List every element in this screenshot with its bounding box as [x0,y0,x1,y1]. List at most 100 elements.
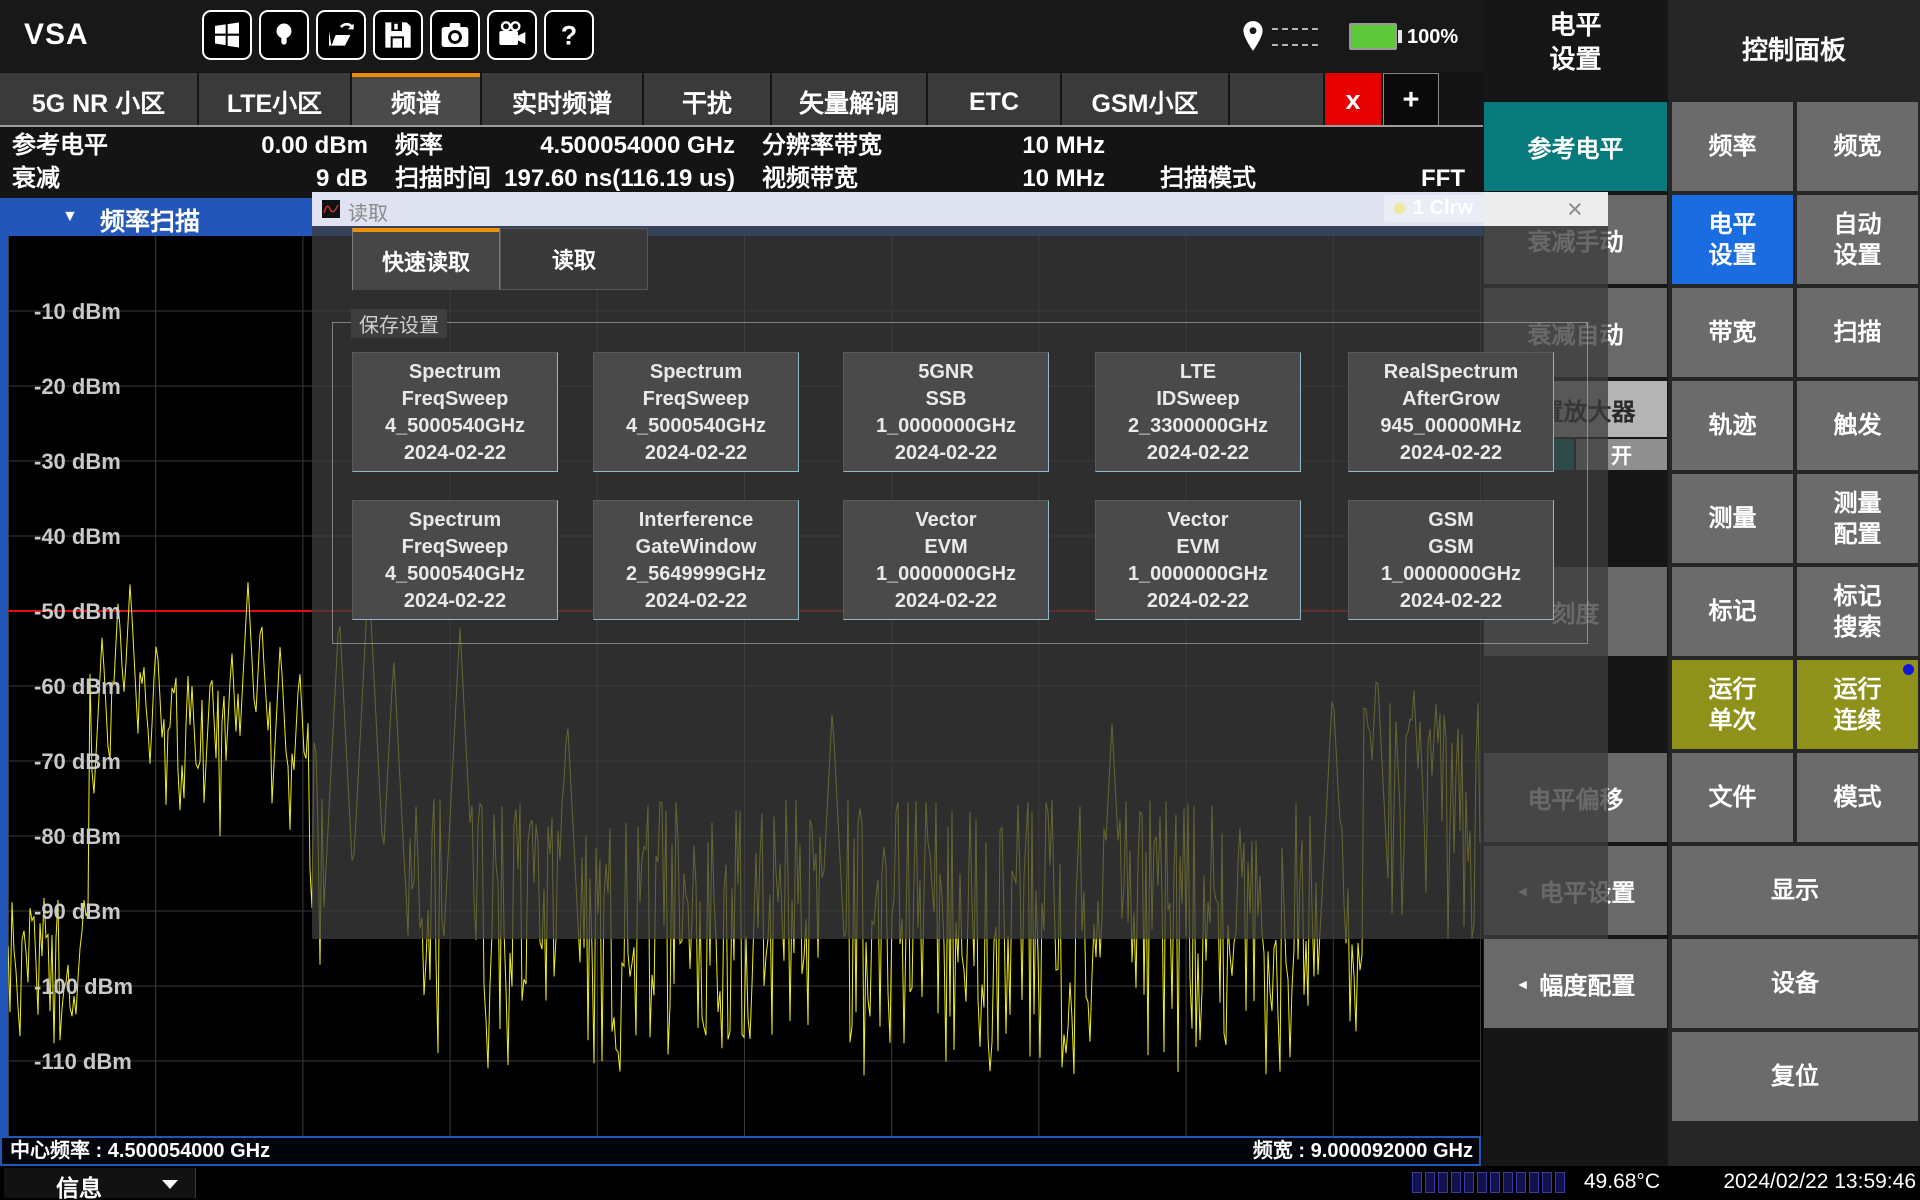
vsa-application: VSA ? 100% 5G NR 小区 LTE小 [0,0,1920,1200]
tab-gsm-cell[interactable]: GSM小区 [1062,73,1228,127]
lightbulb-icon[interactable] [259,10,309,60]
preset-line: Spectrum [594,359,798,386]
control-panel: 控制面板 频率 频宽 电平 设置 自动 设置 带宽 扫描 轨迹 触发 测量 测量… [1668,0,1920,1200]
preset-line: FreqSweep [353,534,557,561]
tab-vector-demod[interactable]: 矢量解调 [772,73,926,127]
preset-button[interactable]: SpectrumFreqSweep4_5000540GHz2024-02-22 [352,352,558,472]
auto-settings-button[interactable]: 自动 设置 [1797,195,1918,284]
device-button[interactable]: 设备 [1672,939,1918,1028]
preset-line: EVM [1096,534,1300,561]
preset-line: 2024-02-22 [1349,440,1553,467]
progress-block [1503,1172,1513,1193]
preset-button[interactable]: LTEIDSweep2_3300000GHz2024-02-22 [1095,352,1301,472]
gps-indicator [1240,20,1340,56]
screenshot-icon[interactable] [430,10,480,60]
marker-button[interactable]: 标记 [1672,567,1793,656]
bandwidth-button[interactable]: 带宽 [1672,288,1793,377]
frequency-value: 4.500054000 GHz [455,132,735,160]
close-tab-button[interactable]: x [1325,73,1381,127]
amplitude-config-back-label: 幅度配置 [1539,966,1635,1001]
preset-button[interactable]: InterferenceGateWindow2_5649999GHz2024-0… [593,500,799,620]
rbw-label: 分辨率带宽 [762,132,882,160]
progress-blocks [1412,1172,1565,1193]
preset-line: RealSpectrum [1349,359,1553,386]
screenshot-glyph [439,19,471,51]
battery-percent: 100% [1407,26,1458,49]
preset-line: SSB [844,386,1048,413]
windows-icon[interactable] [202,10,252,60]
preset-line: GSM [1349,534,1553,561]
freq-button[interactable]: 频率 [1672,102,1793,191]
level-settings-button[interactable]: 电平 设置 [1672,195,1793,284]
tab-5gnr-cell[interactable]: 5G NR 小区 [0,73,197,127]
preset-line: 2024-02-22 [594,440,798,467]
sweep-button[interactable]: 扫描 [1797,288,1918,377]
span-readout: 频宽 : 9.000092000 GHz [1253,1138,1473,1164]
dialog-title-bar[interactable]: 读取 1 Clrw × [312,192,1608,226]
preset-line: 2_3300000GHz [1096,413,1300,440]
svg-text:-50 dBm: -50 dBm [34,599,121,624]
progress-block [1542,1172,1552,1193]
control-panel-header: 控制面板 [1668,30,1920,67]
windows-glyph [211,19,243,51]
preset-button[interactable]: VectorEVM1_0000000GHz2024-02-22 [843,500,1049,620]
file-button[interactable]: 文件 [1672,753,1793,842]
preset-line: EVM [844,534,1048,561]
dialog-tab-quick-read[interactable]: 快速读取 [352,228,500,290]
run-continuous-label: 运行 连续 [1834,674,1882,736]
progress-block [1529,1172,1539,1193]
tab-interference[interactable]: 干扰 [644,73,770,127]
save-icon[interactable] [373,10,423,60]
preset-line: 1_0000000GHz [844,561,1048,588]
tab-spectrum[interactable]: 频谱 [352,73,480,127]
open-file-icon[interactable] [316,10,366,60]
trace-button[interactable]: 轨迹 [1672,381,1793,470]
sweep-time-value: 197.60 ns(116.19 us) [455,165,735,193]
preset-button[interactable]: GSMGSM1_0000000GHz2024-02-22 [1348,500,1554,620]
svg-text:-110 dBm: -110 dBm [34,1049,132,1074]
preset-line: 2024-02-22 [353,588,557,615]
preset-line: FreqSweep [594,386,798,413]
run-continuous-button[interactable]: 运行 连续 [1797,660,1918,749]
back-arrow-icon: ◄ [1516,976,1530,992]
tab-etc[interactable]: ETC [928,73,1060,127]
collapse-chevron-icon[interactable]: ▼ [62,208,78,226]
add-tab-button[interactable]: + [1383,73,1439,127]
preset-line: LTE [1096,359,1300,386]
frequency-label: 频率 [395,132,443,160]
preset-button[interactable]: RealSpectrumAfterGrow945_00000MHz2024-02… [1348,352,1554,472]
reset-button[interactable]: 复位 [1672,1032,1918,1121]
preset-line: 945_00000MHz [1349,413,1553,440]
dialog-close-button[interactable]: × [1567,194,1583,225]
screen-record-icon[interactable] [487,10,537,60]
svg-text:?: ? [561,20,577,50]
preset-line: 2024-02-22 [1096,588,1300,615]
trigger-button[interactable]: 触发 [1797,381,1918,470]
preset-button[interactable]: SpectrumFreqSweep4_5000540GHz2024-02-22 [352,500,558,620]
preset-button[interactable]: 5GNRSSB1_0000000GHz2024-02-22 [843,352,1049,472]
svg-text:-20 dBm: -20 dBm [34,374,121,399]
ref-level-button[interactable]: 参考电平 [1484,102,1667,191]
amplitude-config-back-button[interactable]: ◄ 幅度配置 [1484,939,1667,1028]
span-button[interactable]: 频宽 [1797,102,1918,191]
display-button[interactable]: 显示 [1672,846,1918,935]
progress-block [1464,1172,1474,1193]
svg-text:-100 dBm: -100 dBm [34,974,133,999]
measure-button[interactable]: 测量 [1672,474,1793,563]
measure-config-button[interactable]: 测量 配置 [1797,474,1918,563]
dialog-tab-read[interactable]: 读取 [500,228,648,290]
mode-button[interactable]: 模式 [1797,753,1918,842]
chevron-down-icon [162,1180,178,1189]
dialog-close-area: × [1483,192,1608,226]
preset-button[interactable]: VectorEVM1_0000000GHz2024-02-22 [1095,500,1301,620]
tab-realtime-spectrum[interactable]: 实时频谱 [482,73,642,127]
tab-lte-cell[interactable]: LTE小区 [199,73,350,127]
svg-text:-90 dBm: -90 dBm [34,899,121,924]
info-dropdown-label: 信息 [56,1169,102,1200]
preset-line: Spectrum [353,359,557,386]
run-single-button[interactable]: 运行 单次 [1672,660,1793,749]
info-dropdown[interactable]: 信息 [4,1168,196,1198]
help-icon[interactable]: ? [544,10,594,60]
marker-search-button[interactable]: 标记 搜索 [1797,567,1918,656]
preset-button[interactable]: SpectrumFreqSweep4_5000540GHz2024-02-22 [593,352,799,472]
